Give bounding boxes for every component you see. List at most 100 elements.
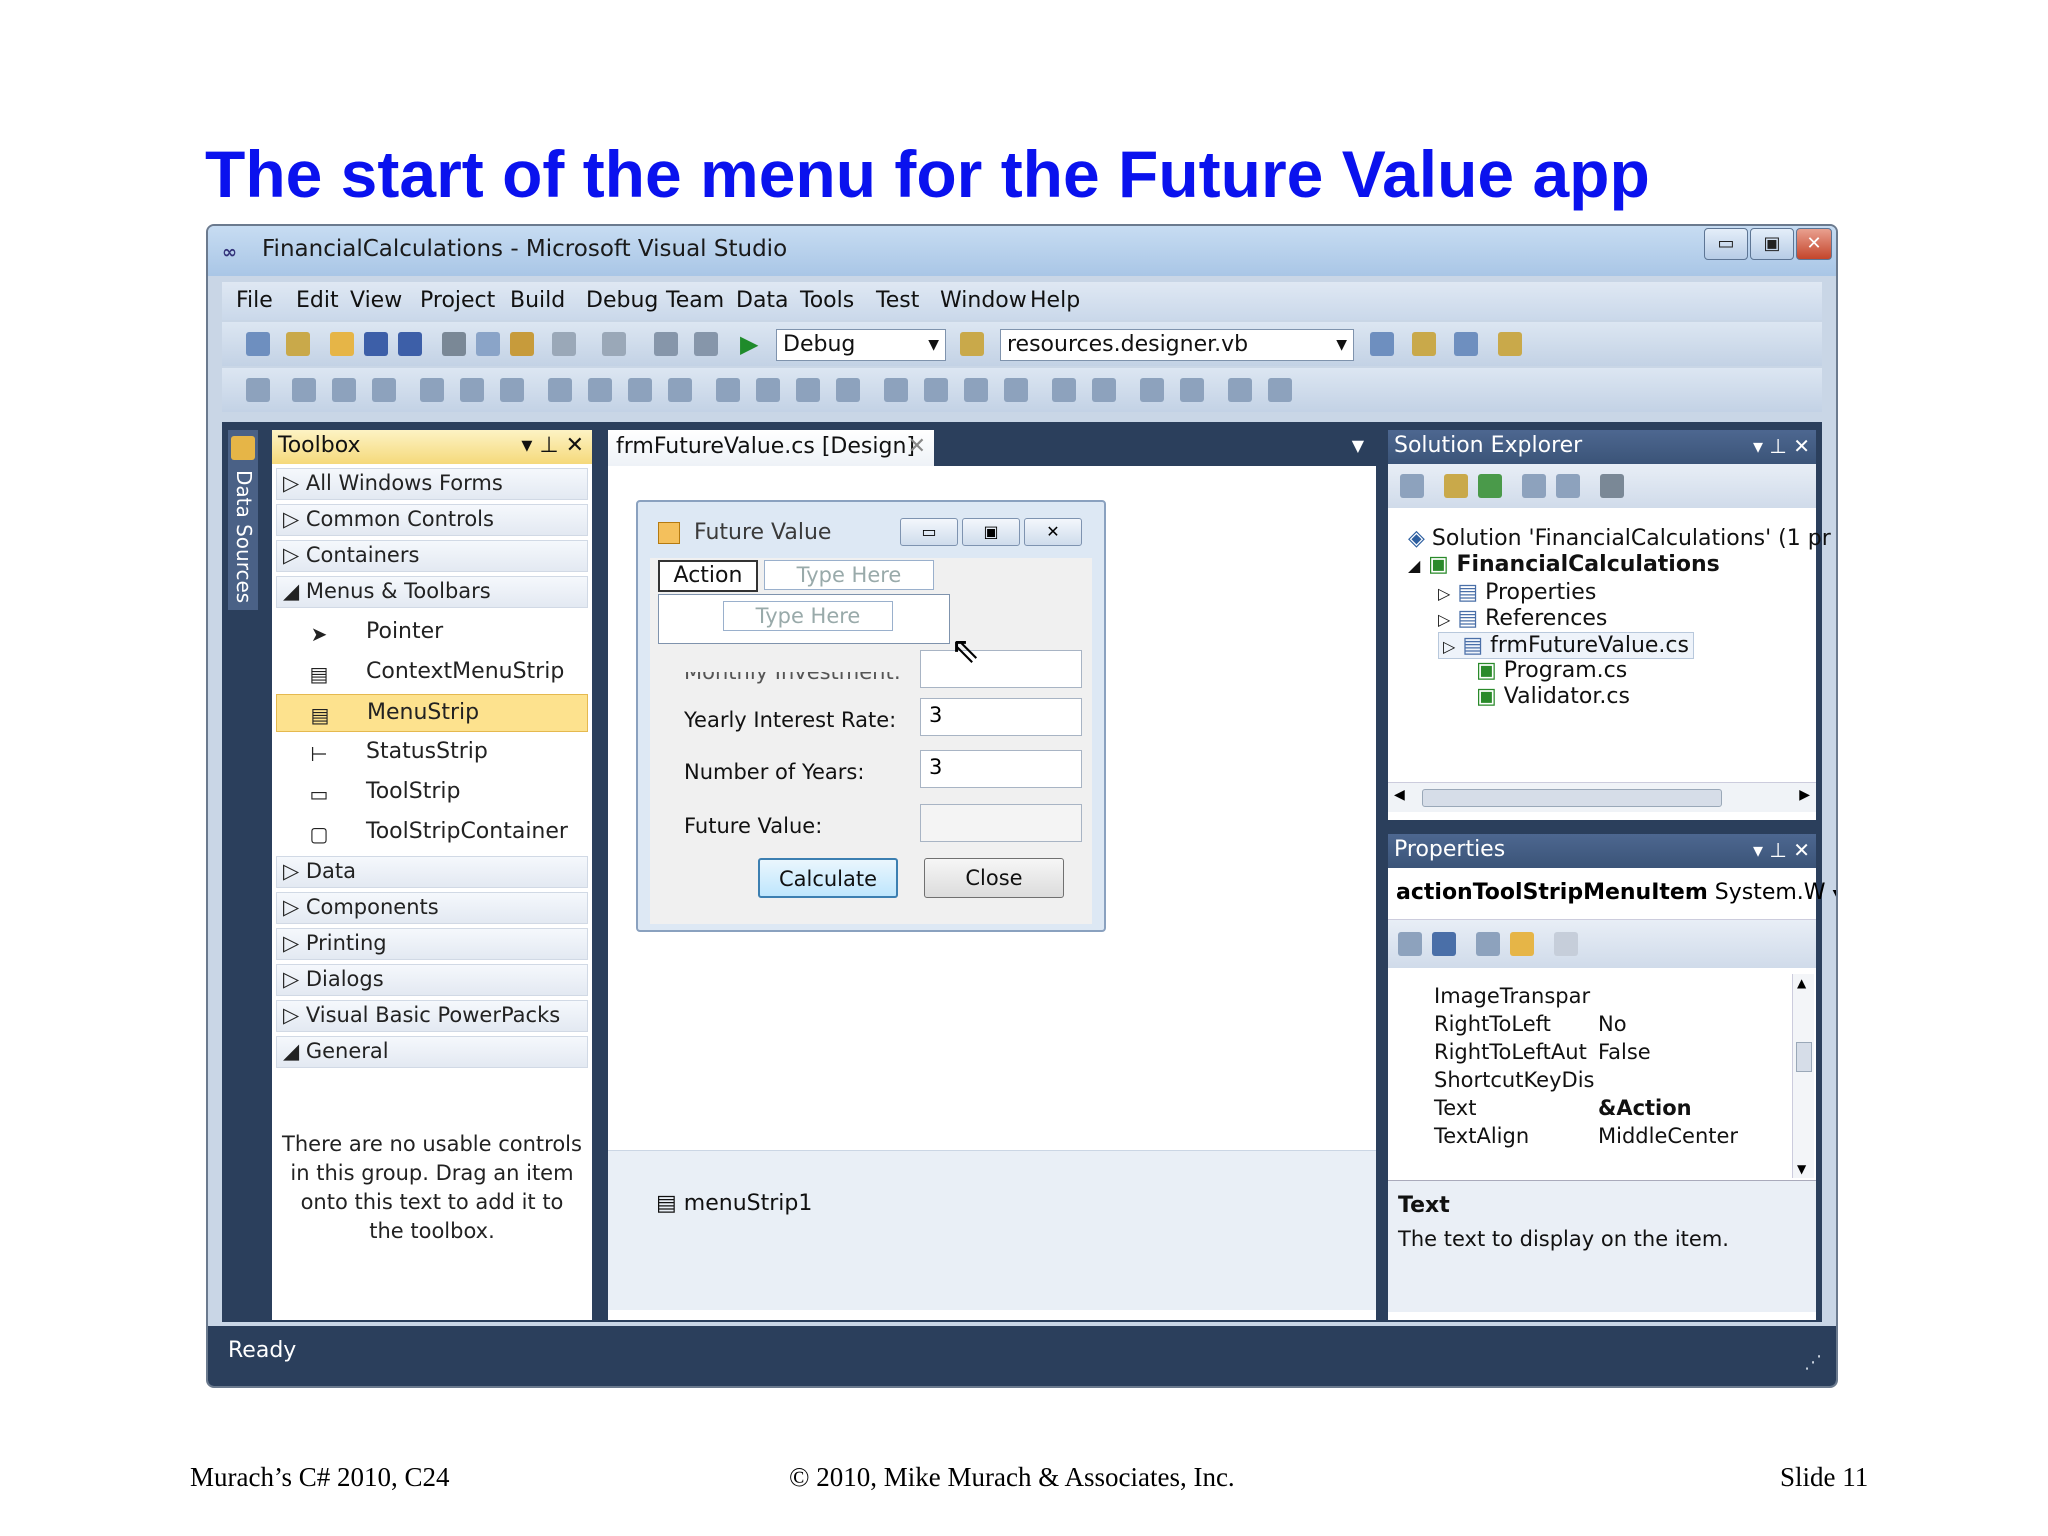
toolbox-category[interactable]: ▷ All Windows Forms <box>276 468 588 500</box>
scroll-up-icon[interactable]: ▲ <box>1797 976 1806 990</box>
align-bottoms-icon[interactable] <box>500 378 524 402</box>
vertical-scrollbar[interactable]: ▲ ▼ <box>1792 974 1814 1178</box>
interest-rate-input[interactable]: 3 <box>920 698 1082 736</box>
monthly-investment-input[interactable] <box>920 650 1082 688</box>
align-centers-icon[interactable] <box>332 378 356 402</box>
maximize-icon[interactable]: ▣ <box>962 518 1020 546</box>
align-tops-icon[interactable] <box>420 378 444 402</box>
close-icon[interactable]: ✕ <box>566 433 584 458</box>
toolbox-item-toolstripcontainer[interactable]: ▢ ToolStripContainer <box>276 814 588 852</box>
save-all-icon[interactable] <box>398 332 422 356</box>
view-code-icon[interactable] <box>1522 474 1546 498</box>
object-selector[interactable]: actionToolStripMenuItem System.W ▼ <box>1388 868 1836 920</box>
toolbox-category-expanded[interactable]: ◢ General <box>276 1036 588 1068</box>
property-value[interactable]: &Action <box>1598 1096 1692 1120</box>
toolbox-item-contextmenustrip[interactable]: ▤ ContextMenuStrip <box>276 654 588 692</box>
collapsed-arrow-icon[interactable]: ▷ <box>1443 637 1455 656</box>
resize-grip-icon[interactable]: ⋰ <box>1804 1352 1822 1373</box>
remove-horizontal-spacing-icon[interactable] <box>836 378 860 402</box>
toolbox-category[interactable]: ▷ Components <box>276 892 588 924</box>
remove-vertical-spacing-icon[interactable] <box>1004 378 1028 402</box>
toolbox-category[interactable]: ▷ Printing <box>276 928 588 960</box>
align-middles-icon[interactable] <box>460 378 484 402</box>
menu-project[interactable]: Project <box>420 288 495 313</box>
align-to-grid-icon[interactable] <box>246 378 270 402</box>
close-icon[interactable]: ✕ <box>908 434 926 459</box>
years-input[interactable]: 3 <box>920 750 1082 788</box>
property-pages-icon[interactable] <box>1554 932 1578 956</box>
toolbox-icon[interactable] <box>1498 332 1522 356</box>
close-icon[interactable]: ✕ <box>1793 434 1810 458</box>
paste-icon[interactable] <box>510 332 534 356</box>
lock-controls-icon[interactable] <box>1268 378 1292 402</box>
menu-team[interactable]: Team <box>666 288 724 313</box>
menu-test[interactable]: Test <box>876 288 919 313</box>
collapsed-arrow-icon[interactable]: ▷ <box>1438 584 1450 603</box>
type-here-menu-sub[interactable]: Type Here <box>723 601 893 631</box>
menu-edit[interactable]: Edit <box>296 288 339 313</box>
menu-file[interactable]: File <box>236 288 273 313</box>
minimize-icon[interactable]: ▭ <box>900 518 958 546</box>
decrease-horizontal-spacing-icon[interactable] <box>796 378 820 402</box>
bring-to-front-icon[interactable] <box>1140 378 1164 402</box>
view-class-diagram-icon[interactable] <box>1600 474 1624 498</box>
property-name[interactable]: TextAlign <box>1434 1124 1529 1148</box>
find-in-files-icon[interactable] <box>960 332 984 356</box>
alphabetical-icon[interactable] <box>1432 932 1456 956</box>
new-project-icon[interactable] <box>246 332 270 356</box>
tree-item-program[interactable]: ▣ Program.cs <box>1476 658 1627 683</box>
events-icon[interactable] <box>1510 932 1534 956</box>
start-debugging-icon[interactable]: ▶ <box>740 332 764 356</box>
refresh-icon[interactable] <box>1478 474 1502 498</box>
copy-icon[interactable] <box>476 332 500 356</box>
toolbox-category-expanded[interactable]: ◢ Menus & Toolbars <box>276 576 588 608</box>
chevron-down-icon[interactable]: ▾ <box>1753 434 1763 458</box>
make-same-height-icon[interactable] <box>588 378 612 402</box>
property-name[interactable]: RightToLeft <box>1434 1012 1551 1036</box>
toolbox-item-statusstrip[interactable]: ⊢ StatusStrip <box>276 734 588 772</box>
show-all-files-icon[interactable] <box>1444 474 1468 498</box>
toolbox-category[interactable]: ▷ Common Controls <box>276 504 588 536</box>
toolbox-category[interactable]: ▷ Containers <box>276 540 588 572</box>
vertical-spacing-icon[interactable] <box>884 378 908 402</box>
solution-explorer-icon[interactable] <box>1370 332 1394 356</box>
properties-view-icon[interactable] <box>1476 932 1500 956</box>
tab-frmfuturevalue-design[interactable]: frmFutureValue.cs [Design] ✕ <box>608 430 934 466</box>
tree-item-references[interactable]: ▷ ▤ References <box>1438 606 1607 631</box>
menu-view[interactable]: View <box>350 288 402 313</box>
toolbox-category[interactable]: ▷ Dialogs <box>276 964 588 996</box>
maximize-button[interactable]: ▣ <box>1750 228 1794 260</box>
redo-icon[interactable] <box>602 332 626 356</box>
close-icon[interactable]: ✕ <box>1793 838 1810 862</box>
pin-icon[interactable]: ⊥ <box>1769 838 1786 862</box>
scroll-down-icon[interactable]: ▼ <box>1797 1162 1806 1176</box>
tree-item-validator[interactable]: ▣ Validator.cs <box>1476 684 1630 709</box>
close-button[interactable]: ✕ <box>1796 228 1832 260</box>
menu-item-action[interactable]: Action <box>658 560 758 592</box>
menu-build[interactable]: Build <box>510 288 565 313</box>
increase-vertical-spacing-icon[interactable] <box>924 378 948 402</box>
solution-node[interactable]: ◈ Solution 'FinancialCalculations' (1 pr <box>1408 526 1831 551</box>
menu-tools[interactable]: Tools <box>800 288 854 313</box>
menu-debug[interactable]: Debug <box>586 288 658 313</box>
future-value-form[interactable]: Future Value ▭ ▣ ✕ Monthly Investment: Y… <box>636 500 1106 932</box>
expanded-arrow-icon[interactable]: ◢ <box>1408 556 1420 575</box>
find-combo[interactable]: resources.designer.vb ▼ <box>1000 329 1354 361</box>
pin-icon[interactable]: ⊥ <box>1769 434 1786 458</box>
menu-data[interactable]: Data <box>736 288 789 313</box>
chevron-down-icon[interactable]: ▾ <box>521 433 532 458</box>
menu-help[interactable]: Help <box>1030 288 1080 313</box>
align-rights-icon[interactable] <box>372 378 396 402</box>
navigate-forward-icon[interactable] <box>694 332 718 356</box>
property-name[interactable]: ImageTranspar <box>1434 984 1590 1008</box>
object-browser-icon[interactable] <box>1454 332 1478 356</box>
toolbox-category[interactable]: ▷ Data <box>276 856 588 888</box>
scroll-left-icon[interactable]: ◀ <box>1394 787 1405 803</box>
chevron-down-icon[interactable]: ▼ <box>1352 436 1364 455</box>
make-same-size-icon[interactable] <box>628 378 652 402</box>
project-node[interactable]: ◢ ▣ FinancialCalculations <box>1408 552 1720 577</box>
property-value[interactable]: MiddleCenter <box>1598 1124 1738 1148</box>
data-sources-tab[interactable]: Data Sources <box>228 430 258 610</box>
horizontal-scrollbar[interactable]: ◀ ▶ <box>1388 782 1816 812</box>
center-horizontally-icon[interactable] <box>1052 378 1076 402</box>
